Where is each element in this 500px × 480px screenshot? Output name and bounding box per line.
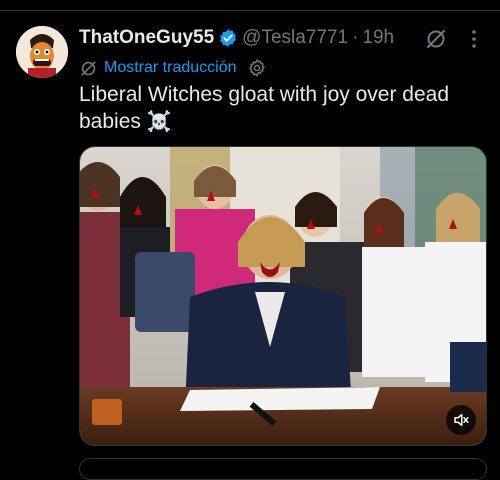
separator-dot: · bbox=[352, 27, 359, 48]
post-text: Liberal Witches gloat with joy over dead… bbox=[79, 82, 489, 135]
video-frame bbox=[80, 147, 486, 445]
display-name[interactable]: ThatOneGuy55 bbox=[79, 27, 214, 49]
mute-button[interactable] bbox=[446, 405, 476, 435]
user-handle[interactable]: @Tesla7771 bbox=[242, 27, 348, 49]
translate-row: Mostrar traducción bbox=[79, 56, 267, 80]
translate-globe-icon bbox=[81, 60, 96, 76]
post-time[interactable]: 19h bbox=[362, 27, 394, 49]
avatar-image bbox=[16, 26, 68, 78]
top-divider bbox=[0, 10, 500, 11]
gear-icon[interactable] bbox=[247, 58, 267, 78]
more-dots-icon[interactable] bbox=[462, 27, 486, 51]
volume-muted-icon bbox=[454, 414, 469, 426]
skull-emoji: ☠️ bbox=[146, 109, 172, 133]
next-card-edge bbox=[79, 458, 487, 480]
show-translation-link[interactable]: Mostrar traducción bbox=[104, 59, 237, 77]
grok-icon[interactable] bbox=[424, 27, 448, 51]
avatar[interactable] bbox=[16, 26, 68, 78]
post-header: ThatOneGuy55 @Tesla7771 · 19h bbox=[79, 26, 394, 50]
verified-badge-icon[interactable] bbox=[218, 28, 238, 48]
post-body: Liberal Witches gloat with joy over dead… bbox=[79, 83, 450, 133]
post-video[interactable] bbox=[79, 146, 487, 446]
